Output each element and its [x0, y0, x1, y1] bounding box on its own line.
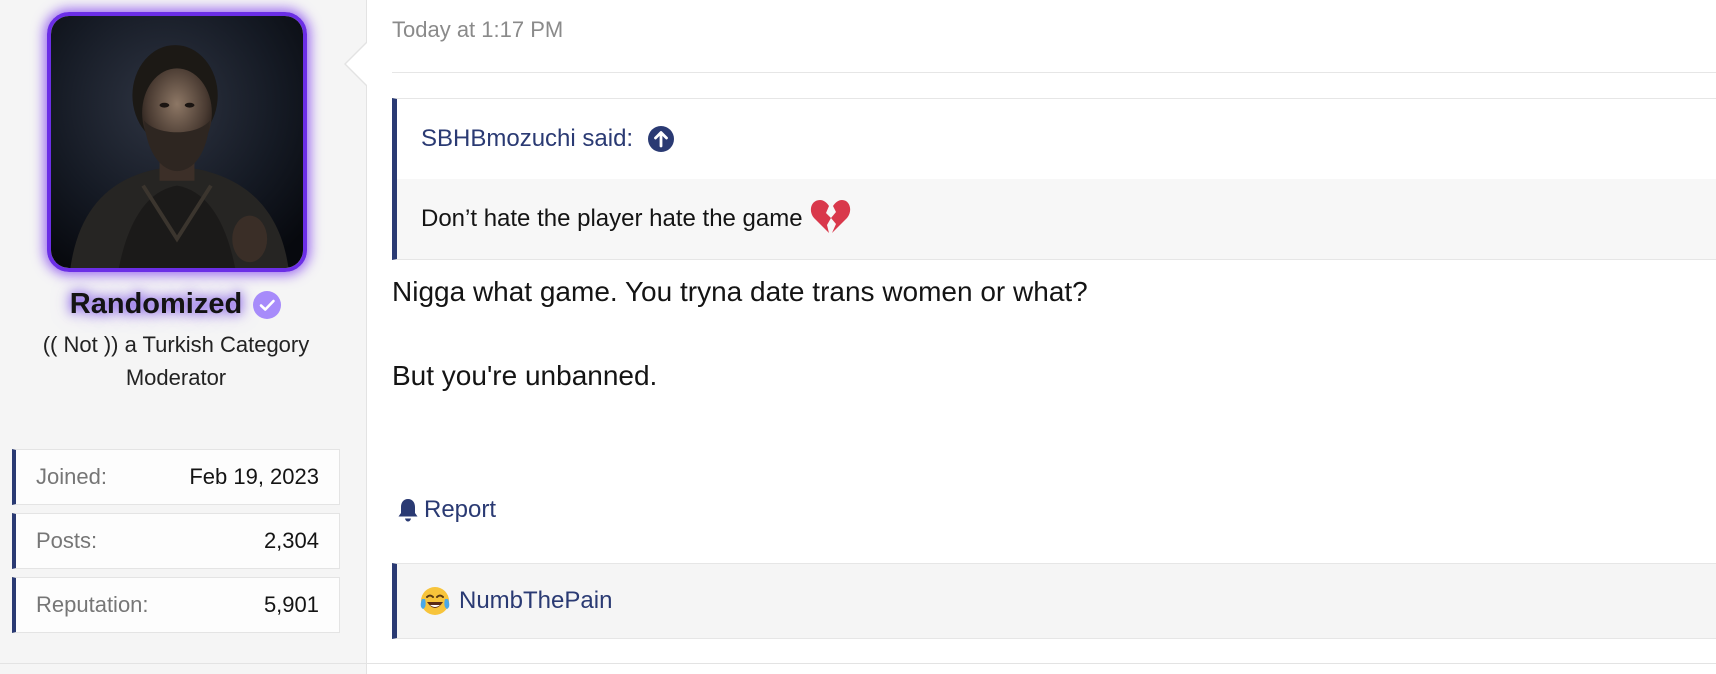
quote-text: Don’t hate the player hate the game	[421, 205, 803, 232]
bell-icon	[398, 499, 418, 522]
message-line: Nigga what game. You tryna date trans wo…	[392, 276, 1088, 307]
user-info-panel: Randomized (( Not )) a Turkish Category …	[0, 0, 367, 674]
username[interactable]: Randomized	[70, 288, 242, 321]
message-arrow-inner	[346, 43, 367, 85]
stat-label: Joined:	[36, 464, 107, 489]
reactions-bar: NumbThePain	[392, 563, 1716, 639]
stat-value: 5,901	[263, 592, 319, 617]
stat-joined: Joined: Feb 19, 2023	[12, 449, 340, 505]
stat-label: Posts:	[36, 528, 98, 553]
arrow-up-circle-icon[interactable]	[647, 125, 675, 153]
username-row: Randomized	[0, 288, 352, 321]
user-title: (( Not )) a Turkish Category Moderator	[42, 332, 310, 390]
stat-label: Reputation:	[36, 592, 149, 617]
quote-body: Don’t hate the player hate the game	[397, 179, 1716, 259]
broken-heart-icon	[810, 200, 850, 233]
message-line: But you're unbanned.	[392, 360, 658, 391]
avatar[interactable]	[47, 12, 307, 272]
quote-block: SBHBmozuchi said: Don’t hate the player …	[392, 98, 1716, 260]
divider	[392, 72, 1716, 73]
stat-value: Feb 19, 2023	[189, 464, 319, 489]
quote-author[interactable]: SBHBmozuchi said:	[421, 125, 633, 153]
quote-header: SBHBmozuchi said:	[397, 99, 1716, 179]
report-label: Report	[424, 496, 497, 523]
report-button[interactable]: Report	[396, 496, 496, 524]
laughing-crying-icon	[420, 587, 450, 615]
stat-value: 2,304	[263, 528, 319, 553]
divider	[0, 663, 1716, 664]
stat-posts: Posts: 2,304	[12, 513, 340, 569]
post-timestamp[interactable]: Today at 1:17 PM	[392, 17, 563, 43]
avatar-image	[51, 16, 303, 268]
stat-reputation: Reputation: 5,901	[12, 577, 340, 633]
reaction-user-link[interactable]: NumbThePain	[459, 587, 612, 615]
verified-badge-icon	[253, 290, 282, 319]
